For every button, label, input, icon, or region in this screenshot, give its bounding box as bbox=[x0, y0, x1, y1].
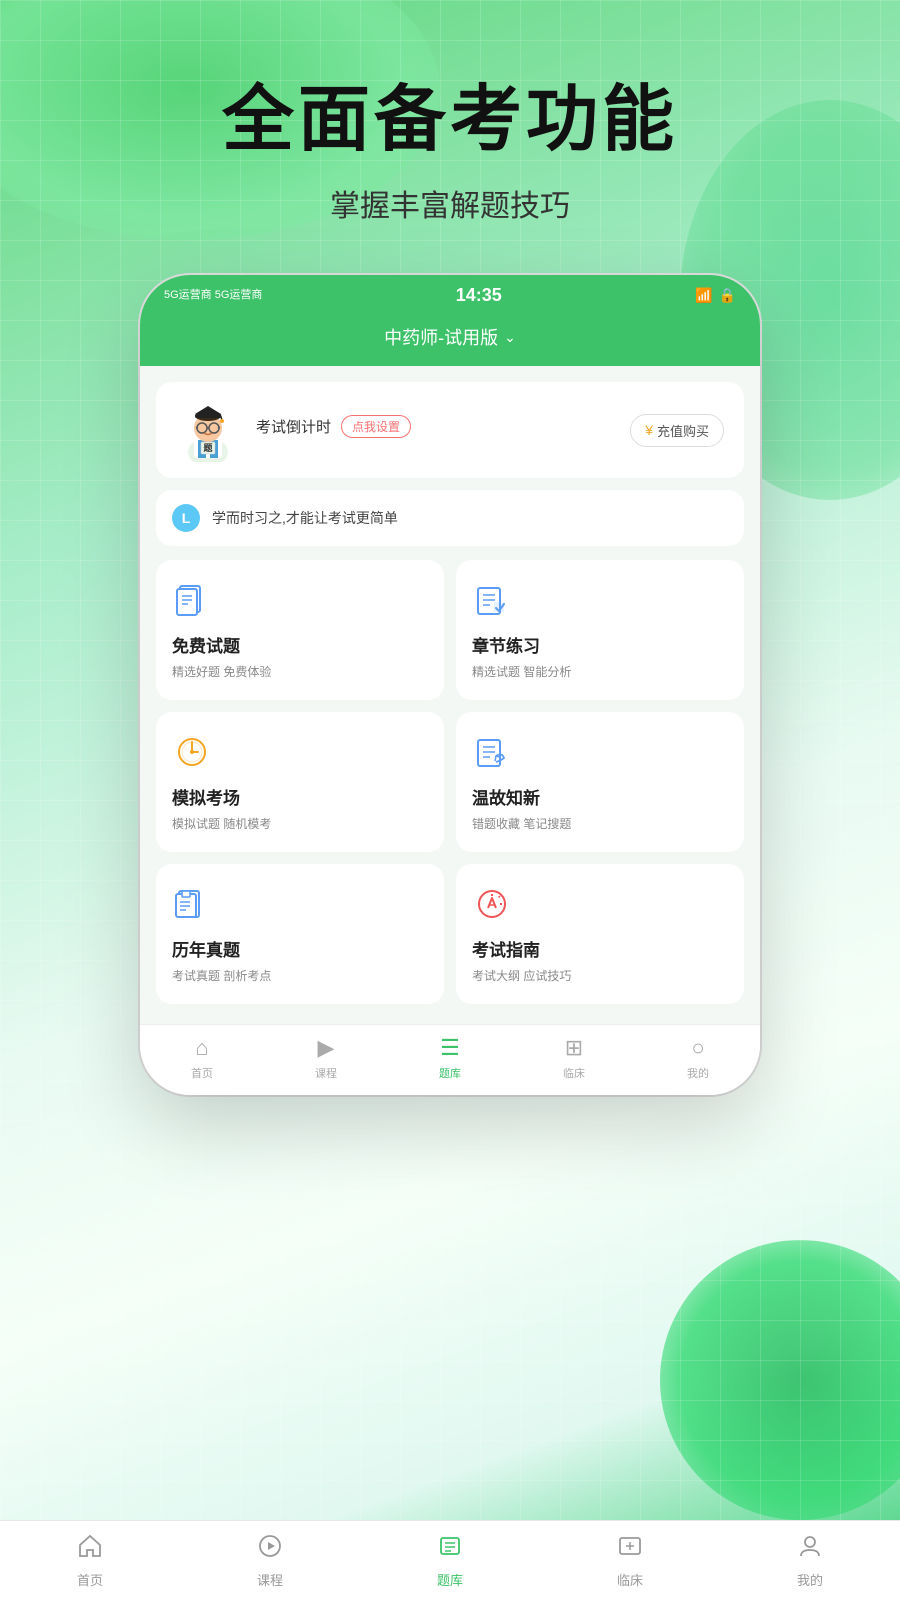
chapter-practice-icon bbox=[472, 580, 512, 620]
page-bottom-nav: 首页 课程 题库 临床 bbox=[0, 1520, 900, 1600]
free-questions-title: 免费试题 bbox=[172, 632, 428, 657]
page-nav-mine[interactable]: 我的 bbox=[720, 1533, 900, 1589]
set-button[interactable]: 点我设置 bbox=[341, 415, 411, 438]
exam-guide-icon bbox=[472, 884, 512, 924]
questions-icon: ☰ bbox=[440, 1035, 460, 1061]
app-title[interactable]: 中药师-试用版 ⌄ bbox=[160, 324, 740, 350]
status-time: 14:35 bbox=[456, 285, 502, 306]
phone-bottom-nav: ⌂ 首页 ▶ 课程 ☰ 题库 ⊞ 临床 ○ 我的 bbox=[140, 1024, 760, 1095]
clinical-icon: ⊞ bbox=[565, 1035, 583, 1061]
dropdown-icon[interactable]: ⌄ bbox=[504, 329, 516, 346]
carrier-text: 5G运营商 5G运营商 bbox=[164, 288, 262, 302]
page-home-label: 首页 bbox=[77, 1570, 103, 1589]
recharge-label: 充值购买 bbox=[657, 421, 709, 440]
page-courses-label: 课程 bbox=[257, 1570, 283, 1589]
page-questions-label: 题库 bbox=[437, 1570, 463, 1589]
exam-guide-card[interactable]: 考试指南 考试大纲 应试技巧 bbox=[456, 864, 744, 1004]
svg-text:题: 题 bbox=[202, 443, 213, 453]
page-nav-questions[interactable]: 题库 bbox=[360, 1533, 540, 1589]
page-clinical-label: 临床 bbox=[617, 1570, 643, 1589]
phone-nav-home[interactable]: ⌂ 首页 bbox=[140, 1035, 264, 1081]
page-courses-icon bbox=[257, 1533, 283, 1566]
page-nav-courses[interactable]: 课程 bbox=[180, 1533, 360, 1589]
status-icons: 📶 🔒 bbox=[695, 287, 736, 304]
courses-label: 课程 bbox=[315, 1065, 337, 1081]
app-title-text: 中药师-试用版 bbox=[384, 324, 498, 350]
phone-nav-clinical[interactable]: ⊞ 临床 bbox=[512, 1035, 636, 1081]
page-nav-home[interactable]: 首页 bbox=[0, 1533, 180, 1589]
free-questions-icon bbox=[172, 580, 212, 620]
courses-icon: ▶ bbox=[318, 1035, 335, 1061]
review-subtitle: 错题收藏 笔记搜题 bbox=[472, 815, 728, 832]
status-bar: 5G运营商 5G运营商 14:35 📶 🔒 bbox=[140, 275, 760, 314]
past-exams-title: 历年真题 bbox=[172, 936, 428, 961]
clock-icon: L bbox=[172, 504, 200, 532]
quote-bar: L 学而时习之,才能让考试更简单 bbox=[156, 490, 744, 546]
chapter-practice-card[interactable]: 章节练习 精选试题 智能分析 bbox=[456, 560, 744, 700]
phone-header[interactable]: 中药师-试用版 ⌄ bbox=[140, 314, 760, 366]
quote-text: 学而时习之,才能让考试更简单 bbox=[212, 508, 398, 528]
review-card[interactable]: 温故知新 错题收藏 笔记搜题 bbox=[456, 712, 744, 852]
free-questions-subtitle: 精选好题 免费体验 bbox=[172, 663, 428, 680]
page-clinical-icon bbox=[617, 1533, 643, 1566]
countdown-label: 考试倒计时 bbox=[256, 416, 331, 437]
page-questions-icon bbox=[437, 1533, 463, 1566]
exam-guide-subtitle: 考试大纲 应试技巧 bbox=[472, 967, 728, 984]
avatar: 题 bbox=[176, 398, 240, 462]
mine-label: 我的 bbox=[687, 1065, 709, 1081]
wifi-icon: 📶 bbox=[695, 287, 712, 304]
mock-exam-card[interactable]: 模拟考场 模拟试题 随机模考 bbox=[156, 712, 444, 852]
phone-body: 题 考试倒计时 点我设置 ¥ 充值购买 bbox=[140, 366, 760, 1024]
mock-exam-icon bbox=[172, 732, 212, 772]
past-exams-subtitle: 考试真题 剖析考点 bbox=[172, 967, 428, 984]
page-mine-label: 我的 bbox=[797, 1570, 823, 1589]
past-exams-card[interactable]: 历年真题 考试真题 剖析考点 bbox=[156, 864, 444, 1004]
free-questions-card[interactable]: 免费试题 精选好题 免费体验 bbox=[156, 560, 444, 700]
review-title: 温故知新 bbox=[472, 784, 728, 809]
user-card: 题 考试倒计时 点我设置 ¥ 充值购买 bbox=[156, 382, 744, 478]
questions-label: 题库 bbox=[439, 1065, 461, 1081]
phone-mockup: 5G运营商 5G运营商 14:35 📶 🔒 中药师-试用版 ⌄ bbox=[140, 275, 760, 1095]
chapter-practice-title: 章节练习 bbox=[472, 632, 728, 657]
phone-nav-mine[interactable]: ○ 我的 bbox=[636, 1035, 760, 1081]
phone-nav-questions[interactable]: ☰ 题库 bbox=[388, 1035, 512, 1081]
chapter-practice-subtitle: 精选试题 智能分析 bbox=[472, 663, 728, 680]
countdown-row: 考试倒计时 点我设置 bbox=[256, 415, 411, 438]
exam-guide-title: 考试指南 bbox=[472, 936, 728, 961]
home-label: 首页 bbox=[191, 1065, 213, 1081]
user-card-info: 考试倒计时 点我设置 ¥ 充值购买 bbox=[256, 414, 724, 447]
clinical-label: 临床 bbox=[563, 1065, 585, 1081]
phone-nav-courses[interactable]: ▶ 课程 bbox=[264, 1035, 388, 1081]
mock-exam-subtitle: 模拟试题 随机模考 bbox=[172, 815, 428, 832]
home-icon: ⌂ bbox=[195, 1035, 208, 1061]
feature-cards-grid: 免费试题 精选好题 免费体验 bbox=[156, 560, 744, 1004]
mock-exam-title: 模拟考场 bbox=[172, 784, 428, 809]
page-nav-clinical[interactable]: 临床 bbox=[540, 1533, 720, 1589]
hero-title: 全面备考功能 bbox=[222, 60, 678, 165]
review-icon bbox=[472, 732, 512, 772]
page-mine-icon bbox=[797, 1533, 823, 1566]
page-home-icon bbox=[77, 1533, 103, 1566]
lock-icon: 🔒 bbox=[719, 287, 736, 304]
recharge-button[interactable]: ¥ 充值购买 bbox=[630, 414, 724, 447]
hero-subtitle: 掌握丰富解题技巧 bbox=[330, 181, 570, 225]
mine-icon: ○ bbox=[691, 1035, 704, 1061]
past-exams-icon bbox=[172, 884, 212, 924]
yuan-icon: ¥ bbox=[645, 422, 653, 438]
